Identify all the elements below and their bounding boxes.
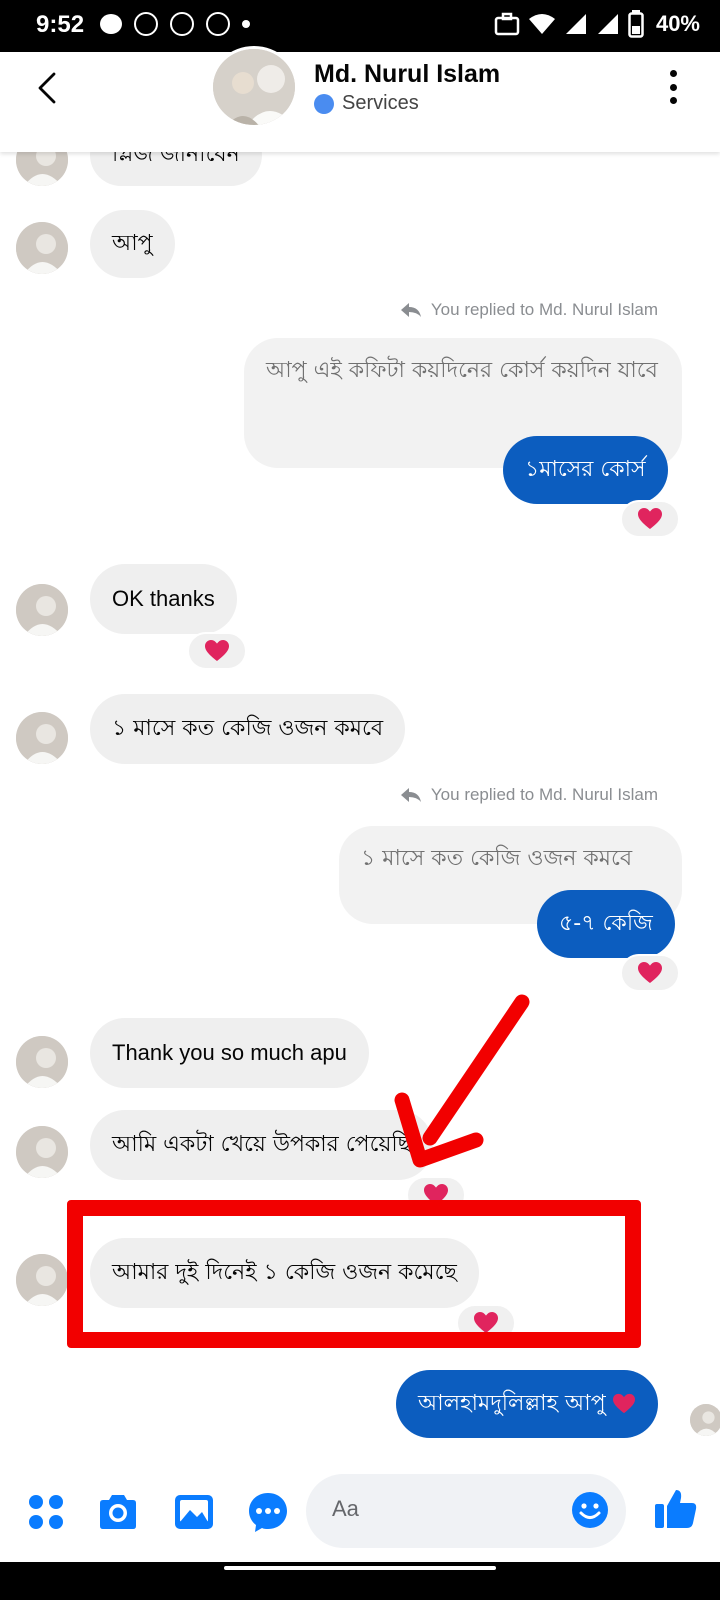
incoming-message[interactable]: Thank you so much apu [90,1018,369,1088]
system-navigation-bar [0,1562,720,1600]
chat-notification-icon [100,14,122,34]
home-gesture-handle[interactable] [224,1566,496,1570]
signal-icon [565,14,586,34]
reply-arrow-icon [400,303,421,317]
heart-icon [638,508,662,529]
seen-avatar [690,1404,720,1436]
avatar[interactable] [16,1254,68,1306]
message-input-placeholder: Aa [332,1496,359,1521]
conversation-header: Md. Nurul Islam Services [0,46,720,152]
whatsapp-icon [134,12,158,36]
reply-note-text: You replied to Md. Nurul Islam [430,785,658,804]
briefcase-icon [494,12,520,36]
battery-icon [628,10,644,38]
incoming-message[interactable]: আপু [90,210,175,278]
chat-bubble-icon[interactable] [246,1490,290,1534]
highlight-box [67,1200,641,1348]
services-dot-icon [314,93,334,114]
red-arrow-annotation [394,994,530,1168]
composer: Aa [0,1466,720,1562]
wifi-icon [528,14,555,34]
notification-icons [100,12,250,36]
gallery-icon[interactable] [172,1490,216,1534]
outgoing-message[interactable]: ৫-৭ কেজি [537,890,675,958]
contact-avatar[interactable] [210,46,298,128]
contact-subtitle-text: Services [342,92,419,114]
contact-name[interactable]: Md. Nurul Islam [314,60,500,89]
outgoing-message[interactable]: ১মাসের কোর্স [503,436,668,504]
avatar[interactable] [16,1036,68,1088]
back-chevron-icon[interactable] [28,68,68,108]
system-icons: 40% [494,10,700,38]
camera-icon[interactable] [96,1490,140,1534]
reply-note: You replied to Md. Nurul Islam [399,785,658,805]
heart-icon [205,640,229,661]
heart-icon [612,1393,635,1414]
reply-arrow-icon [400,788,421,802]
reaction[interactable] [187,632,247,670]
avatar[interactable] [16,584,68,636]
messenger-notification-icon [206,12,230,36]
reaction[interactable] [620,500,680,538]
emoji-icon[interactable] [570,1490,610,1530]
avatar[interactable] [16,1126,68,1178]
avatar[interactable] [16,712,68,764]
reaction[interactable] [620,954,680,992]
battery-percent: 40% [655,11,700,36]
more-notifications-dot [242,20,250,28]
more-vertical-icon[interactable] [668,70,678,104]
heart-icon [638,962,662,983]
contact-subtitle: Services [314,92,419,115]
incoming-message[interactable]: OK thanks [90,564,237,634]
reply-note-text: You replied to Md. Nurul Islam [430,300,658,319]
incoming-message[interactable]: ১ মাসে কত কেজি ওজন কমবে [90,694,406,764]
status-time: 9:52 [36,11,85,38]
avatar[interactable] [16,222,68,274]
message-input[interactable]: Aa [306,1474,626,1548]
outgoing-message[interactable]: আলহামদুলিল্লাহ আপু [396,1370,658,1438]
incoming-message[interactable]: আমি একটা খেয়ে উপকার পেয়েছি [90,1110,434,1180]
outgoing-message-text: আলহামদুলিল্লাহ আপু [418,1390,606,1416]
status-bar: 9:52 40% [0,0,720,52]
reply-note: You replied to Md. Nurul Islam [399,300,658,320]
signal-icon [597,14,618,34]
phone-app-icon [170,12,194,36]
apps-icon[interactable] [24,1490,68,1534]
like-icon[interactable] [652,1484,700,1532]
